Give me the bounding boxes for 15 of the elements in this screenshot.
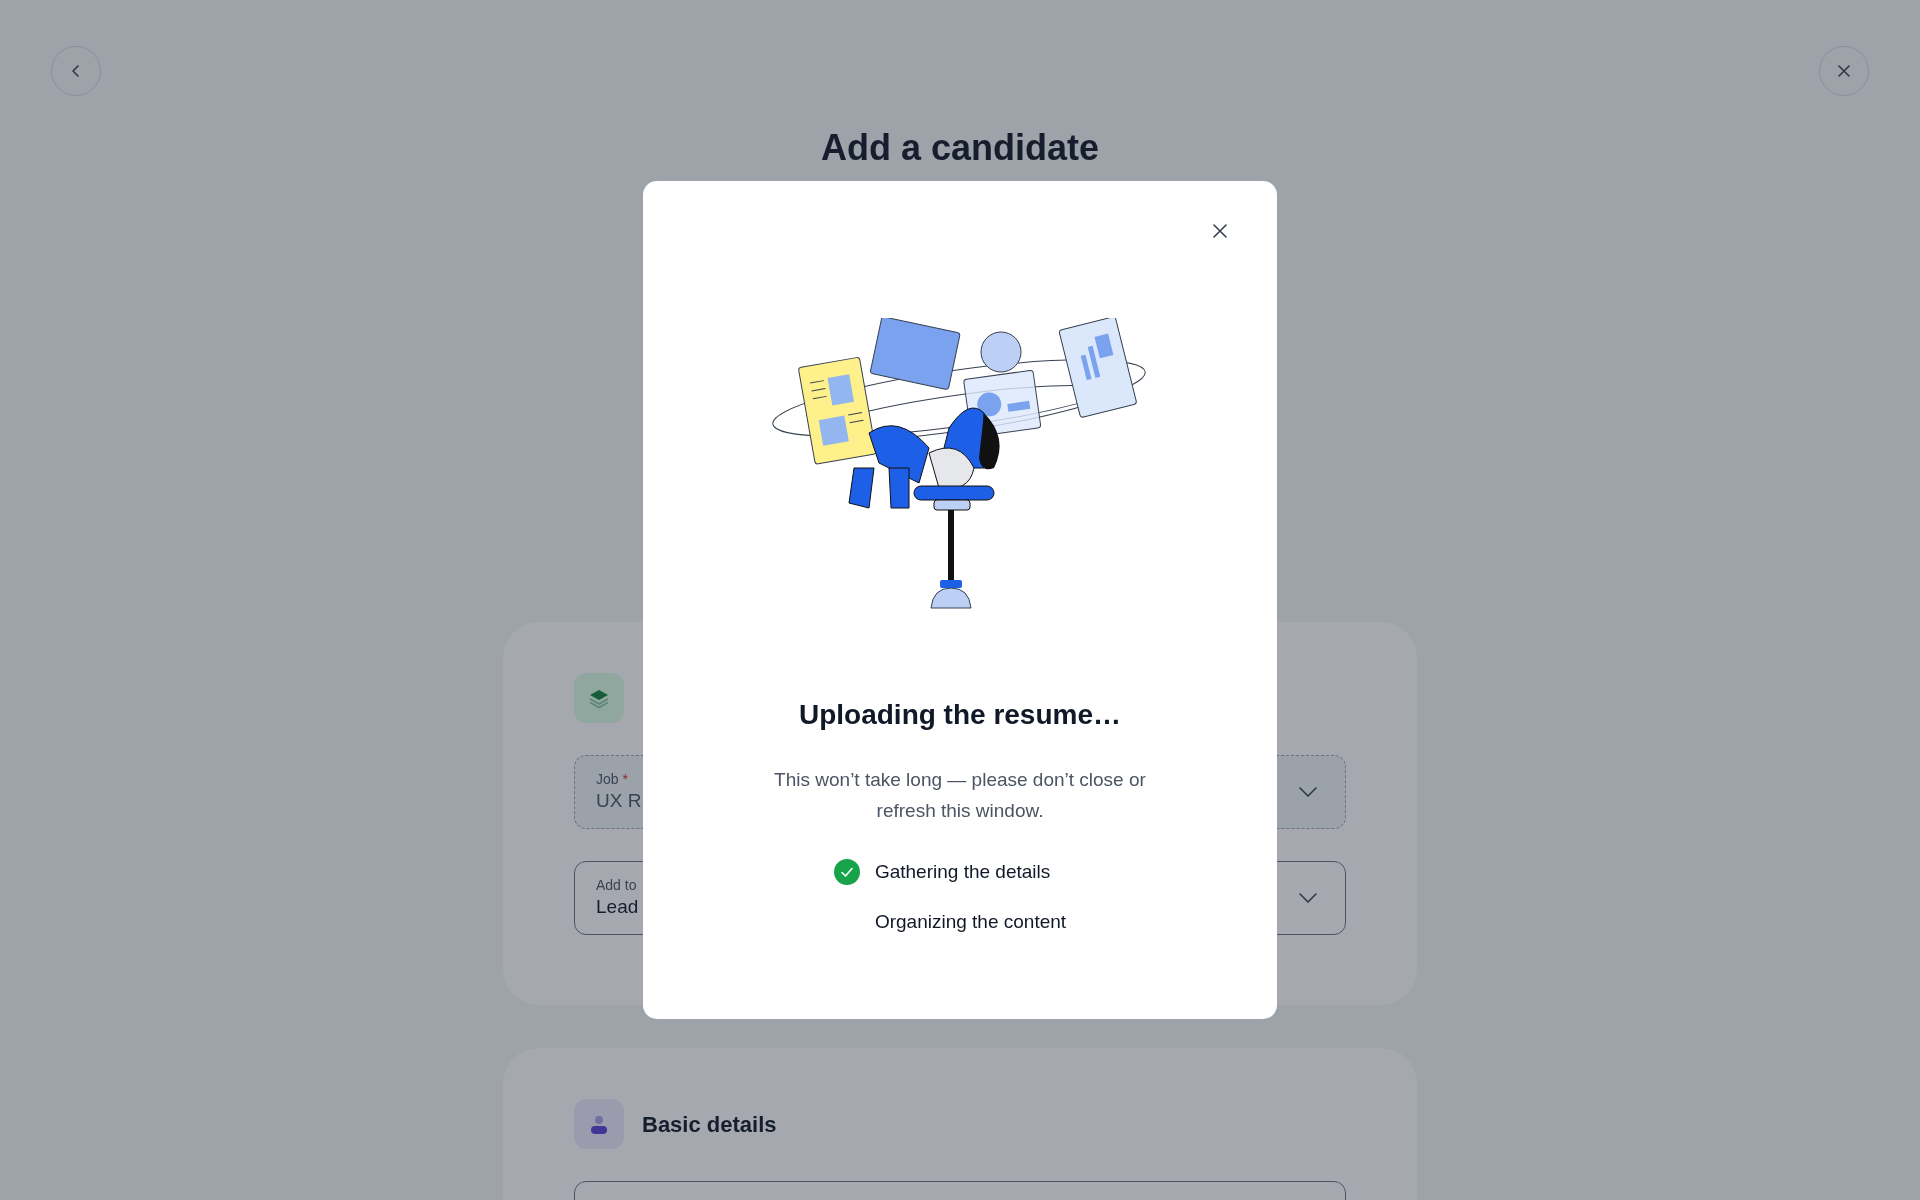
step-label: Gathering the details bbox=[874, 859, 1051, 884]
chevron-down-icon bbox=[1299, 893, 1317, 903]
step-label: Organizing the content bbox=[874, 909, 1067, 934]
close-icon bbox=[1837, 64, 1851, 78]
dialog-title: Uploading the resume… bbox=[798, 698, 1121, 732]
chevron-down-icon bbox=[1299, 787, 1317, 797]
page-title: Add a candidate bbox=[819, 126, 1101, 170]
close-icon bbox=[1212, 223, 1228, 239]
field-label: Add to bbox=[596, 876, 637, 894]
field-label: Job bbox=[596, 770, 619, 788]
section-heading: Basic details bbox=[642, 1110, 777, 1139]
dialog-message: This won’t take long — please don’t close or refresh this window. bbox=[773, 768, 1147, 823]
field-value: UX R bbox=[596, 789, 642, 813]
required-asterisk: * bbox=[622, 770, 629, 788]
field-value: Lead bbox=[596, 895, 639, 919]
